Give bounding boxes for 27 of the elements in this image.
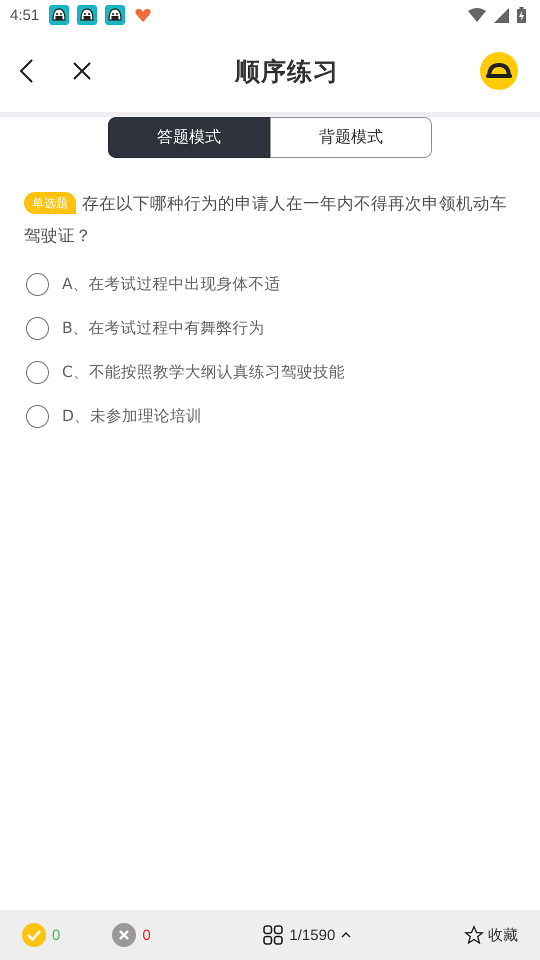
app-notification-icon	[77, 5, 98, 25]
cross-circle-icon	[112, 923, 136, 947]
question-text: 单选题 存在以下哪种行为的申请人在一年内不得再次申领机动车驾驶证？	[24, 191, 508, 247]
answer-option[interactable]: C、不能按照教学大纲认真练习驾驶技能	[26, 350, 540, 394]
battery-charging-icon	[517, 7, 526, 23]
wrong-count: 0	[142, 926, 151, 944]
grid-icon	[263, 925, 284, 945]
correct-count: 0	[52, 926, 60, 944]
back-button[interactable]	[18, 58, 34, 84]
answer-option[interactable]: D、未参加理论培训	[26, 394, 540, 438]
wifi-icon	[468, 8, 486, 22]
mode-tab[interactable]: 背题模式	[270, 117, 432, 158]
status-time: 4:51	[10, 6, 40, 24]
avatar-button[interactable]	[480, 52, 518, 90]
favorite-button[interactable]: 收藏	[464, 925, 518, 945]
answer-option[interactable]: B、在考试过程中有舞弊行为	[26, 306, 540, 350]
close-button[interactable]	[72, 61, 92, 81]
progress-button[interactable]: 1/1590	[263, 925, 352, 945]
signal-icon	[494, 8, 509, 22]
mode-tab[interactable]: 答题模式	[108, 117, 270, 158]
caret-icon	[341, 932, 352, 938]
answer-option[interactable]: A、在考试过程中出现身体不适	[26, 262, 540, 306]
page-title: 顺序练习	[234, 56, 340, 88]
check-circle-icon	[22, 923, 46, 947]
app-notification-icon	[49, 5, 70, 25]
app-notification-icon	[105, 5, 126, 25]
star-icon	[464, 925, 484, 945]
